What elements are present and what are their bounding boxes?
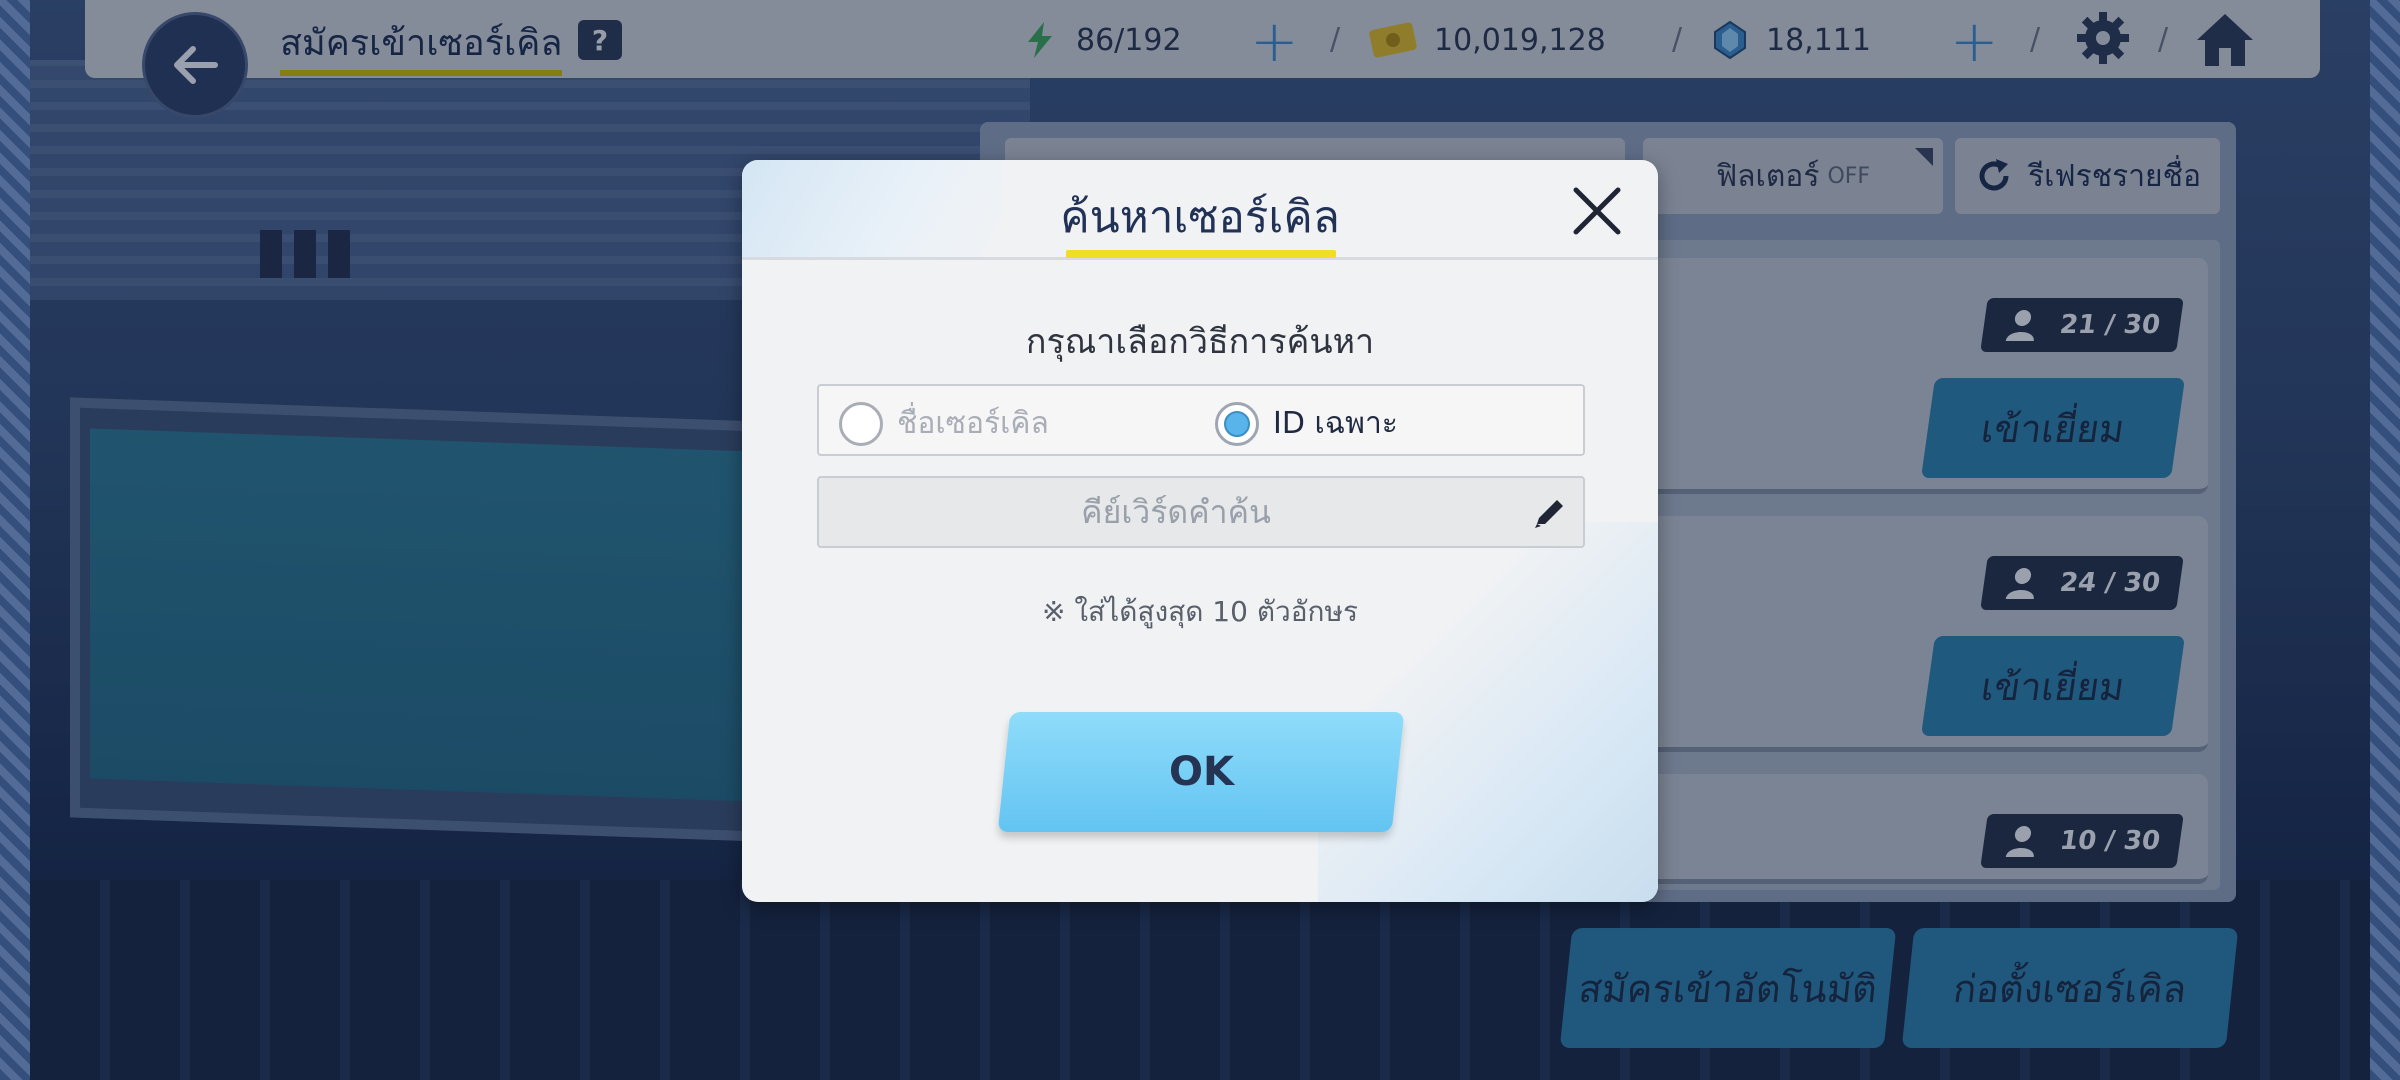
ok-button[interactable]: OK: [997, 712, 1405, 832]
dialog-title: ค้นหาเซอร์เคิล: [1060, 192, 1340, 243]
search-circle-dialog: ค้นหาเซอร์เคิล กรุณาเลือกวิธีการค้นหา ชื…: [742, 160, 1658, 902]
radio-circle-name[interactable]: ชื่อเซอร์เคิล: [839, 400, 1049, 447]
keyword-field[interactable]: [817, 476, 1585, 548]
radio-label: ชื่อเซอร์เคิล: [897, 406, 1049, 441]
radio-label: ID เฉพาะ: [1273, 406, 1398, 441]
character-limit-note: ※ ใส่ได้สูงสุด 10 ตัวอักษร: [1041, 595, 1359, 628]
dialog-header: ค้นหาเซอร์เคิล: [742, 160, 1658, 260]
radio-checked-icon: [1215, 401, 1259, 446]
pencil-icon: [1535, 500, 1563, 528]
close-icon[interactable]: [1570, 184, 1624, 238]
radio-unchecked-icon: [839, 401, 883, 446]
search-method-group: ชื่อเซอร์เคิล ID เฉพาะ: [817, 384, 1585, 456]
keyword-input[interactable]: [819, 478, 1583, 546]
radio-unique-id[interactable]: ID เฉพาะ: [1215, 400, 1398, 447]
search-method-prompt: กรุณาเลือกวิธีการค้นหา: [1025, 322, 1375, 362]
ok-label: OK: [1168, 749, 1234, 795]
dialog-title-underline: [1066, 250, 1336, 258]
